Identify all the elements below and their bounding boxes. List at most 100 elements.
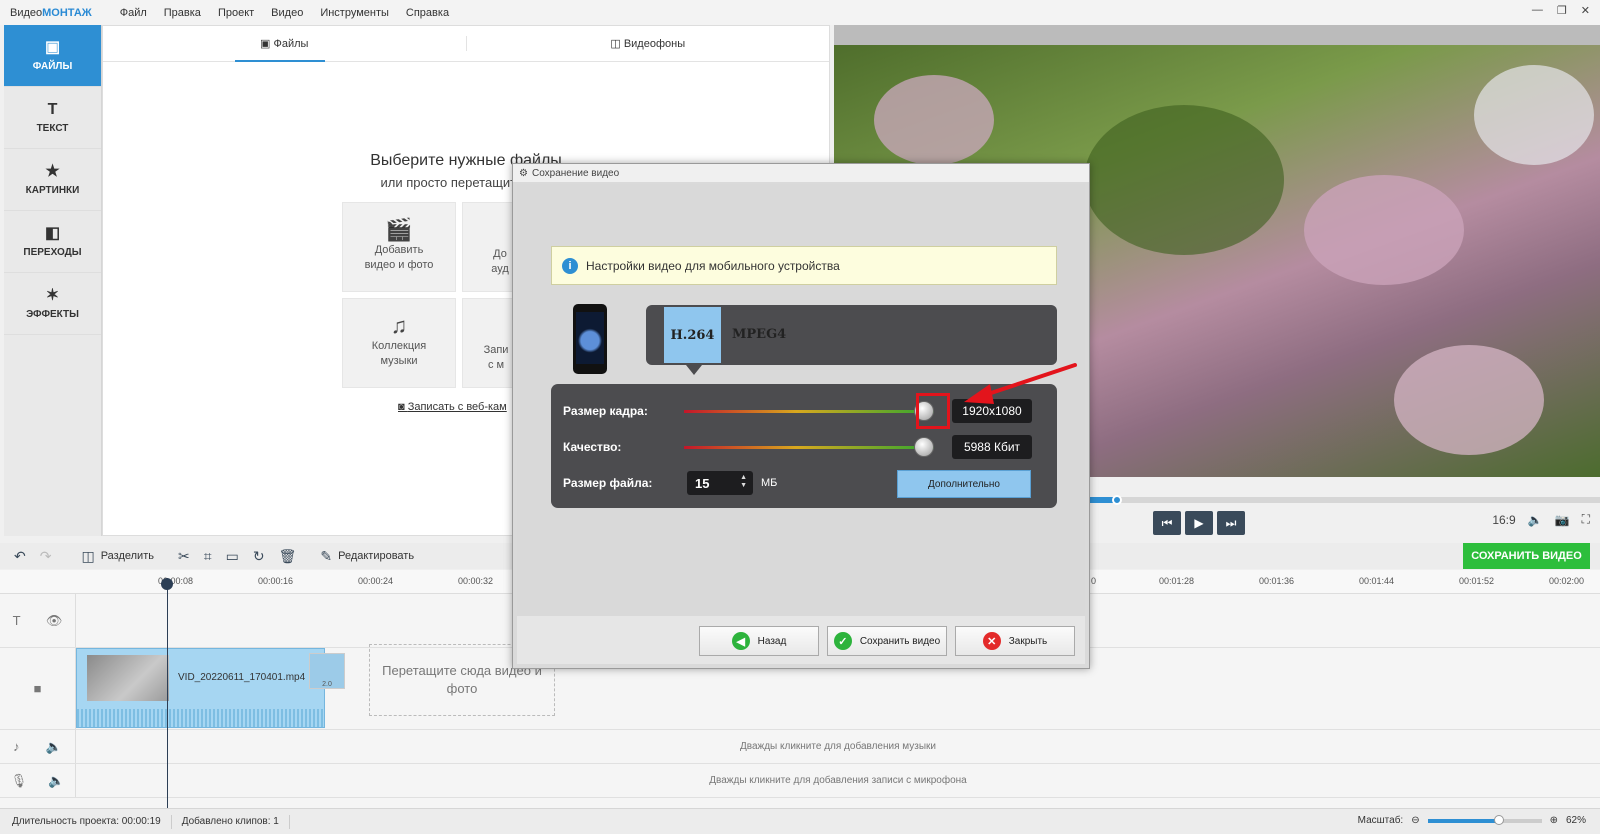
maximize-button[interactable]: ❐ [1557,4,1567,17]
sidebar-item-label: ЭФФЕКТЫ [26,308,79,320]
edit-button[interactable]: ✎ Редактировать [320,548,414,565]
aspect-ratio-button[interactable]: 16:9 [1492,513,1515,527]
zoom-out-icon[interactable]: ⊖ [1411,815,1419,826]
check-icon: ✓ [833,632,852,650]
info-banner: i Настройки видео для мобильного устройс… [551,246,1057,285]
add-audio-tile[interactable]: До ауд [462,202,516,292]
track-header: ■ [0,648,76,729]
menu-tools[interactable]: Инструменты [320,7,389,19]
cut-button[interactable]: ✂ [178,548,190,565]
redo-icon: ↷ [39,547,52,564]
close-window-button[interactable]: ✕ [1581,4,1590,17]
menu-help[interactable]: Справка [406,7,449,19]
format-selector[interactable]: H.264 MPEG4 [646,305,1057,375]
track-header: ♪ 🔈 [0,730,76,763]
tab-backgrounds[interactable]: ◫ Видеофоны [467,26,830,61]
ruler-tick: 00:01:36 [1259,576,1295,586]
save-video-dialog: ⚙ Сохранение видео i Настройки видео для… [512,163,1090,669]
video-clip[interactable]: VID_20220611_170401.mp4 [76,648,325,728]
file-size-input[interactable]: 15 ▲ ▼ [687,471,753,495]
save-button[interactable]: ✓ Сохранить видео [827,626,947,656]
scissors-icon: ✂ [177,547,190,564]
music-collection-tile[interactable]: ♫ Коллекция музыки [342,298,456,388]
sidebar: ▣ ФАЙЛЫ T ТЕКСТ ★ КАРТИНКИ ◧ ПЕРЕХОДЫ ✶ … [4,25,102,536]
sidebar-item-effects[interactable]: ✶ ЭФФЕКТЫ [4,273,101,335]
add-video-photo-tile[interactable]: 🎬 Добавить видео и фото [342,202,456,292]
zoom-knob[interactable] [1493,814,1504,825]
playhead[interactable] [161,578,173,808]
skip-forward-button[interactable]: ⏭ [1217,511,1245,535]
codec-label: H.264 [664,307,721,363]
fullscreen-icon[interactable]: ⛶ [1582,512,1590,527]
ruler-tick: 00:01:44 [1359,576,1395,586]
ruler-tick: 00:01:28 [1159,576,1195,586]
music-note-icon: ♪ [13,739,20,754]
progress-knob[interactable] [1112,495,1122,505]
transitions-icon: ◧ [44,224,61,242]
rotate-button[interactable]: ↻ [253,548,265,565]
webcam-icon: ◙ [398,401,408,413]
app-logo: ВидеоМОНТАЖ [10,6,92,19]
zoom-slider[interactable] [1427,814,1542,825]
skip-back-icon: ⏮ [1161,515,1173,530]
wand-icon: ✶ [45,286,60,304]
undo-button[interactable]: ↶ [14,548,26,565]
preview-header [834,25,1600,45]
clip-thumbnail [87,655,169,701]
crop-button[interactable]: ⌗ [204,548,212,565]
minimize-button[interactable]: — [1532,4,1543,17]
zoom-label: Масштаб: [1357,815,1404,826]
music-hint: Дважды кликните для добавления музыки [739,741,937,752]
file-size-label: Размер файла: [563,476,653,490]
music-track[interactable]: ♪ 🔈 Дважды кликните для добавления музык… [0,730,1600,764]
zoom-in-icon[interactable]: ⊕ [1550,815,1558,826]
sidebar-item-text[interactable]: T ТЕКСТ [4,87,101,149]
tile-label: До ауд [491,248,509,275]
tab-files[interactable]: ▣ Файлы [103,26,466,62]
advanced-button[interactable]: Дополнительно [897,470,1031,498]
snapshot-icon[interactable]: 📷 [1555,513,1570,527]
divider [170,814,172,829]
menu-edit[interactable]: Правка [164,7,201,19]
image-icon: ▣ [44,38,61,56]
eye-icon[interactable]: 👁 [46,613,63,629]
sidebar-item-pictures[interactable]: ★ КАРТИНКИ [4,149,101,211]
skip-back-button[interactable]: ⏮ [1153,511,1181,535]
close-button[interactable]: ✕ Закрыть [955,626,1075,656]
divider [288,814,290,829]
save-video-button[interactable]: СОХРАНИТЬ ВИДЕО [1463,543,1590,569]
sidebar-item-files[interactable]: ▣ ФАЙЛЫ [4,25,101,87]
rotate-icon: ↻ [252,547,265,564]
frame-button[interactable]: ▭ [226,548,239,565]
split-button[interactable]: ◫ Разделить [81,548,154,565]
frame-icon: ▭ [225,547,239,564]
volume-icon[interactable]: 🔈 [1528,513,1543,527]
sidebar-item-label: ПЕРЕХОДЫ [23,246,82,258]
record-mic-tile[interactable]: Запи с м [462,298,516,388]
quality-knob[interactable] [914,437,934,457]
undo-icon: ↶ [14,547,26,564]
project-duration: Длительность проекта: 00:00:19 [12,816,161,827]
volume-icon[interactable]: 🔈 [48,773,64,789]
delete-button[interactable]: 🗑 [279,548,297,565]
container-label: MPEG4 [732,327,787,342]
frame-size-slider[interactable] [684,410,934,413]
menu-video[interactable]: Видео [271,7,303,19]
back-button[interactable]: ◀ Назад [699,626,819,656]
transition-badge[interactable]: 2.0 [309,653,345,689]
status-bar: Длительность проекта: 00:00:19 Добавлено… [0,808,1600,834]
zoom-control: Масштаб: ⊖ ⊕ 62% [1357,814,1586,826]
volume-icon[interactable]: 🔈 [46,739,62,755]
quality-slider[interactable] [684,446,934,449]
text-icon: T [47,100,58,118]
flower-cluster [874,75,994,165]
menu-file[interactable]: Файл [120,7,147,19]
ruler-tick: 00:01:52 [1459,576,1495,586]
menu-project[interactable]: Проект [218,7,254,19]
sidebar-item-transitions[interactable]: ◧ ПЕРЕХОДЫ [4,211,101,273]
play-button[interactable]: ▶ [1185,511,1213,535]
webcam-link[interactable]: ◙ Записать с веб-кам [398,401,507,413]
microphone-track[interactable]: 🎙 🔈 Дважды кликните для добавления запис… [0,764,1600,798]
spinner-icon[interactable]: ▲ ▼ [740,474,747,490]
redo-button[interactable]: ↷ [40,548,52,565]
